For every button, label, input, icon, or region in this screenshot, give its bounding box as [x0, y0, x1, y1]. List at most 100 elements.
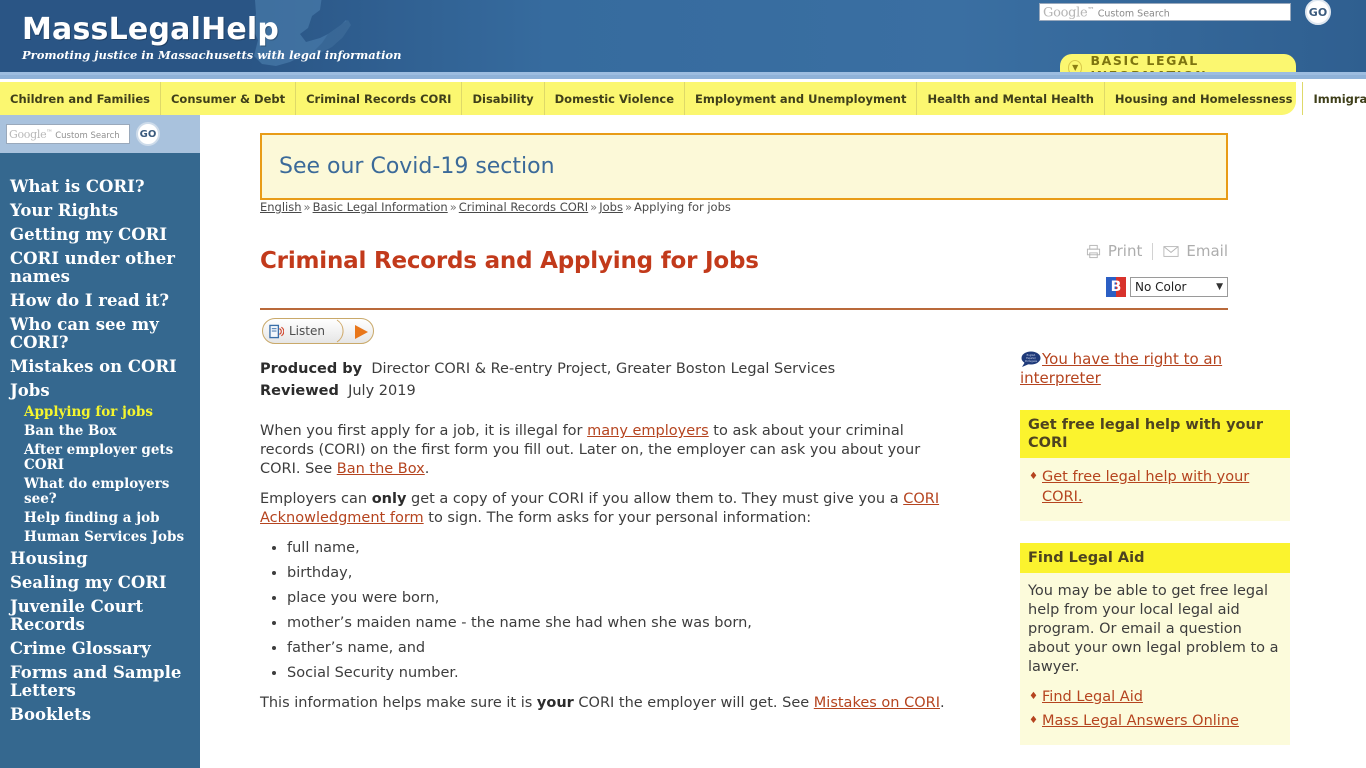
- site-brand[interactable]: MassLegalHelp Promoting justice in Massa…: [22, 14, 401, 63]
- p3-bold-your: your: [536, 695, 574, 711]
- list-item: place you were born,: [287, 589, 960, 608]
- link-get-free-legal-help-with-your-cori[interactable]: Get free legal help with your CORI.: [1042, 469, 1249, 505]
- link-find-legal-aid[interactable]: Find Legal Aid: [1042, 689, 1143, 705]
- p2-text-b: get a copy of your CORI if you allow the…: [406, 491, 904, 507]
- p2-text-a: Employers can: [260, 491, 372, 507]
- print-button[interactable]: Print: [1086, 242, 1143, 260]
- sidebar-item-human-services-jobs[interactable]: Human Services Jobs: [0, 528, 200, 547]
- get-free-legal-help-box: Get free legal help with your CORI Get f…: [1020, 410, 1290, 521]
- find-legal-aid-heading: Find Legal Aid: [1020, 543, 1290, 573]
- sidebar-item-what-do-employers-see[interactable]: What do employers see?: [0, 475, 200, 509]
- basic-legal-information-label: BASIC LEGAL INFORMATION: [1090, 53, 1205, 72]
- nav-item-criminal-records-cori[interactable]: Criminal Records CORI: [296, 82, 463, 115]
- page-tools: Print Email: [1086, 242, 1228, 260]
- article-paragraph-2: Employers can only get a copy of your CO…: [260, 490, 960, 528]
- breadcrumb-item-jobs[interactable]: Jobs: [599, 200, 623, 214]
- title-divider-rule: [260, 308, 1228, 310]
- list-item: mother’s maiden name - the name she had …: [287, 614, 960, 633]
- listen-button[interactable]: Listen: [262, 318, 374, 344]
- nav-item-domestic-violence[interactable]: Domestic Violence: [545, 82, 686, 115]
- nav-item-consumer-and-debt[interactable]: Consumer & Debt: [161, 82, 297, 115]
- breadcrumb-item-english[interactable]: English: [260, 200, 302, 214]
- sidebar-item-how-do-i-read-it[interactable]: How do I read it?: [0, 289, 200, 313]
- sidebar-search-go-button[interactable]: GO: [136, 122, 160, 146]
- sidebar-item-housing[interactable]: Housing: [0, 547, 200, 571]
- breadcrumb-item-criminal-records-cori[interactable]: Criminal Records CORI: [459, 200, 588, 214]
- sidebar-item-who-can-see-my-cori[interactable]: Who can see my CORI?: [0, 313, 200, 355]
- nav-item-children-and-families[interactable]: Children and Families: [0, 82, 161, 115]
- main-navigation: Children and Families Consumer & Debt Cr…: [0, 82, 1366, 115]
- link-ban-the-box[interactable]: Ban the Box: [337, 461, 425, 477]
- google-wordmark: Google: [9, 127, 47, 141]
- article-paragraph-3: This information helps make sure it is y…: [260, 694, 960, 713]
- personal-information-list: full name, birthday, place you were born…: [260, 539, 960, 683]
- sidebar-search-area: Google™ Custom Search GO: [0, 115, 200, 153]
- sidebar-item-your-rights[interactable]: Your Rights: [0, 199, 200, 223]
- listen-separator: [336, 319, 344, 343]
- interpreter-link[interactable]: You have the right to an interpreter: [1020, 350, 1222, 387]
- email-label: Email: [1186, 242, 1228, 260]
- produced-by-label: Produced by: [260, 361, 363, 377]
- interpreter-notice[interactable]: English Español Português You have the r…: [1020, 350, 1290, 388]
- browsealoud-toolbar: B No Color ▼: [1106, 277, 1228, 297]
- sidebar-item-forms-and-sample-letters[interactable]: Forms and Sample Letters: [0, 661, 200, 703]
- chevron-down-icon: ▼: [1216, 282, 1223, 292]
- browsealoud-logo-icon[interactable]: B: [1106, 277, 1126, 297]
- breadcrumb-item-current: Applying for jobs: [633, 200, 731, 214]
- p1-text-c: .: [424, 461, 430, 477]
- link-mass-legal-answers-online[interactable]: Mass Legal Answers Online: [1042, 713, 1239, 729]
- header-divider-stripe: [0, 72, 1366, 79]
- list-item: Mass Legal Answers Online: [1028, 711, 1282, 731]
- list-item: birthday,: [287, 564, 960, 583]
- breadcrumb-separator: »: [449, 200, 457, 214]
- find-legal-aid-text: You may be able to get free legal help f…: [1028, 583, 1279, 675]
- listen-speaker-icon: [269, 324, 284, 338]
- article-content: Produced by Director CORI & Re-entry Pro…: [260, 358, 960, 724]
- reviewed-value: July 2019: [348, 383, 416, 399]
- svg-text:Português: Português: [1025, 360, 1038, 363]
- sidebar-item-after-employer-gets-cori[interactable]: After employer gets CORI: [0, 441, 200, 475]
- envelope-icon: [1163, 245, 1179, 257]
- get-free-legal-help-body: Get free legal help with your CORI.: [1020, 458, 1290, 521]
- nav-item-housing-and-homelessness[interactable]: Housing and Homelessness: [1105, 82, 1304, 115]
- find-legal-aid-box: Find Legal Aid You may be able to get fr…: [1020, 543, 1290, 745]
- sidebar-item-crime-glossary[interactable]: Crime Glossary: [0, 637, 200, 661]
- sidebar-item-cori-under-other-names[interactable]: CORI under other names: [0, 247, 200, 289]
- breadcrumb-separator: »: [624, 200, 632, 214]
- list-item: Get free legal help with your CORI.: [1028, 467, 1282, 507]
- sidebar-item-juvenile-court-records[interactable]: Juvenile Court Records: [0, 595, 200, 637]
- nav-item-employment-and-unemployment[interactable]: Employment and Unemployment: [685, 82, 918, 115]
- sidebar-item-ban-the-box[interactable]: Ban the Box: [0, 422, 200, 441]
- print-label: Print: [1107, 242, 1143, 260]
- sidebar-item-booklets[interactable]: Booklets: [0, 703, 200, 727]
- link-mistakes-on-cori[interactable]: Mistakes on CORI: [814, 695, 940, 711]
- listen-label: Listen: [289, 324, 325, 338]
- site-header: MassLegalHelp Promoting justice in Massa…: [0, 0, 1366, 72]
- listen-play-icon[interactable]: [355, 325, 368, 339]
- tools-divider: [1152, 242, 1154, 260]
- list-item: father’s name, and: [287, 639, 960, 658]
- chevron-down-icon[interactable]: ▼: [1068, 60, 1083, 72]
- color-scheme-select[interactable]: No Color ▼: [1130, 277, 1228, 297]
- sidebar-item-applying-for-jobs[interactable]: Applying for jobs: [0, 403, 200, 422]
- nav-item-disability[interactable]: Disability: [462, 82, 545, 115]
- sidebar-search-input[interactable]: Google™ Custom Search: [6, 124, 130, 144]
- right-sidebar: English Español Português You have the r…: [1020, 350, 1290, 745]
- sidebar-item-getting-my-cori[interactable]: Getting my CORI: [0, 223, 200, 247]
- produced-by-value: Director CORI & Re-entry Project, Greate…: [371, 361, 836, 377]
- basic-legal-information-tab[interactable]: ▼ BASIC LEGAL INFORMATION: [1060, 53, 1296, 72]
- article-paragraph-1: When you first apply for a job, it is il…: [260, 422, 960, 479]
- sidebar-item-what-is-cori[interactable]: What is CORI?: [0, 175, 200, 199]
- nav-item-health-and-mental-health[interactable]: Health and Mental Health: [917, 82, 1105, 115]
- sidebar-item-sealing-my-cori[interactable]: Sealing my CORI: [0, 571, 200, 595]
- sidebar-item-jobs[interactable]: Jobs: [0, 379, 200, 403]
- header-search-go-button[interactable]: GO: [1305, 0, 1331, 25]
- email-button[interactable]: Email: [1163, 242, 1228, 260]
- covid-19-banner[interactable]: See our Covid-19 section: [260, 133, 1228, 200]
- nav-item-immigration[interactable]: Immigration: [1303, 82, 1366, 115]
- link-many-employers[interactable]: many employers: [587, 423, 709, 439]
- header-search-input[interactable]: Google™ Custom Search: [1039, 3, 1291, 21]
- breadcrumb-item-basic-legal-information[interactable]: Basic Legal Information: [313, 200, 448, 214]
- sidebar-item-help-finding-a-job[interactable]: Help finding a job: [0, 509, 200, 528]
- sidebar-item-mistakes-on-cori[interactable]: Mistakes on CORI: [0, 355, 200, 379]
